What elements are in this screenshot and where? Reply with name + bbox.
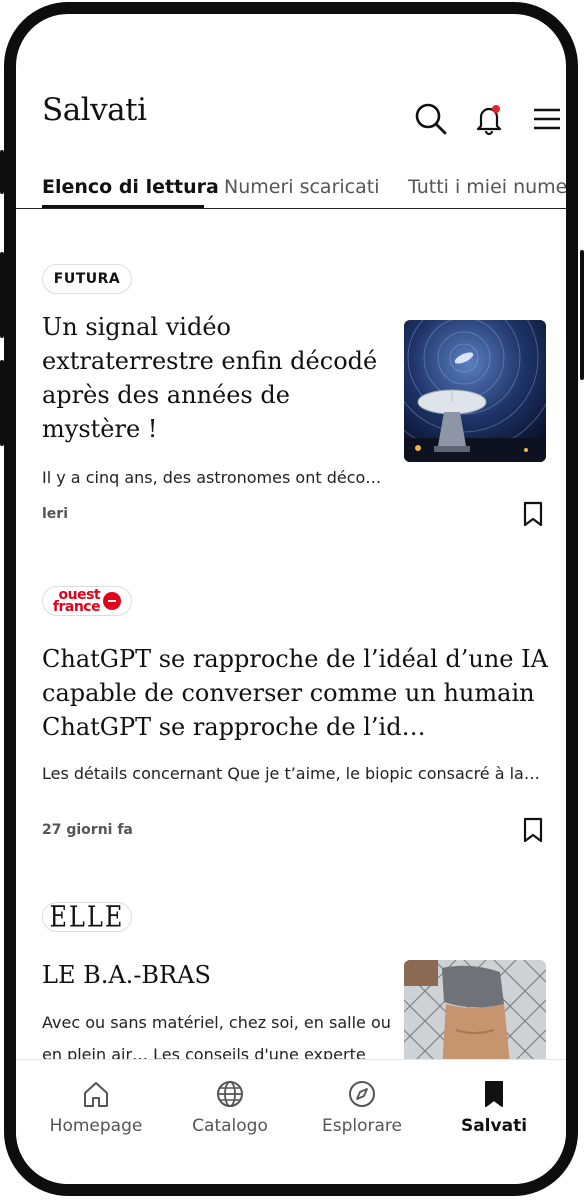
menu-icon[interactable] <box>530 102 564 136</box>
nav-catalogo[interactable]: Catalogo <box>170 1078 290 1136</box>
bottom-navigation: Homepage Catalogo Esplorare Salvati <box>16 1059 566 1184</box>
article-date: 27 giorni fa <box>42 822 133 838</box>
article-card[interactable]: ouest france ChatGPT se rapproche de l’i… <box>42 586 548 856</box>
side-button <box>580 250 584 380</box>
compass-icon <box>349 1081 375 1107</box>
page-title: Salvati <box>42 92 147 128</box>
bookmark-icon[interactable] <box>520 816 546 844</box>
article-headline: ChatGPT se rapproche de l’idéal d’une IA… <box>42 645 548 741</box>
app-screen: Salvati Elenco di lettura Numeri scarica… <box>16 14 566 1184</box>
search-icon[interactable] <box>414 102 448 136</box>
article-thumbnail <box>404 320 546 462</box>
source-logo-elle: ELLE <box>42 900 132 934</box>
globe-icon <box>217 1081 243 1107</box>
tab-reading-list[interactable]: Elenco di lettura <box>42 176 219 198</box>
source-logo-futura: FUTURA <box>42 264 132 294</box>
nav-salvati[interactable]: Salvati <box>434 1078 554 1136</box>
home-icon <box>84 1082 108 1107</box>
article-date: leri <box>42 506 68 522</box>
ouest-france-logo-mark <box>103 592 122 610</box>
notification-dot <box>492 105 500 113</box>
bookmark-icon[interactable] <box>520 500 546 528</box>
active-tab-indicator <box>42 205 204 208</box>
article-card[interactable]: FUTURA Un signal vidéo extraterrestre en… <box>42 264 546 534</box>
nav-homepage[interactable]: Homepage <box>36 1078 156 1136</box>
tab-bar: Elenco di lettura Numeri scaricati Tutti… <box>16 154 566 209</box>
notification-bell-icon[interactable] <box>472 102 506 136</box>
tab-all-my-issues[interactable]: Tutti i miei numeri <box>408 176 566 198</box>
article-headline: LE B.A.-BRAS <box>42 961 211 989</box>
article-excerpt: Les détails concernant Que je t’aime, le… <box>42 764 540 783</box>
nav-esplorare[interactable]: Esplorare <box>302 1078 422 1136</box>
tab-downloaded-issues[interactable]: Numeri scaricati <box>224 176 379 198</box>
source-logo-ouest-france: ouest france <box>42 586 132 616</box>
article-excerpt: Avec ou sans matériel, chez soi, en sall… <box>42 1013 391 1032</box>
article-excerpt: Il y a cinq ans, des astronomes ont déco… <box>42 468 382 487</box>
phone-frame: Salvati Elenco di lettura Numeri scarica… <box>4 2 578 1196</box>
article-headline: Un signal vidéo extraterrestre enfin déc… <box>42 313 378 443</box>
bookmark-filled-icon <box>485 1081 503 1107</box>
header: Salvati <box>42 92 566 148</box>
